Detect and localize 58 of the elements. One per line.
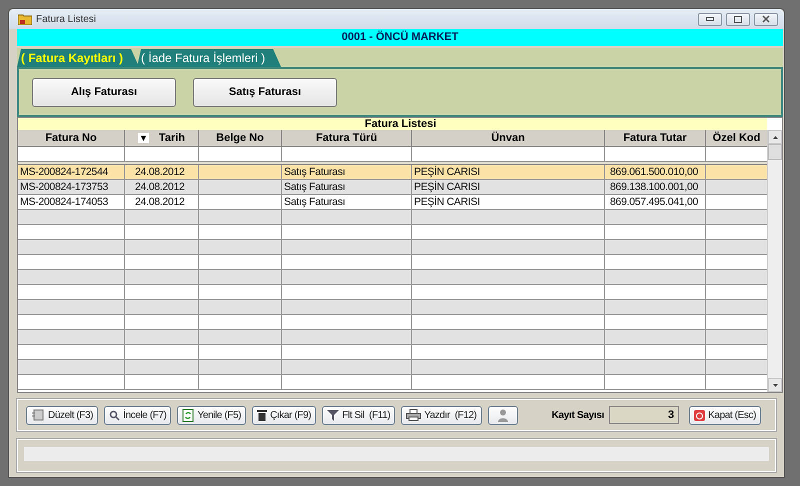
search-icon <box>109 410 120 420</box>
column-label: Özel Kod <box>712 130 760 146</box>
column-header[interactable]: Fatura No <box>18 130 125 147</box>
record-count-label: Kayıt Sayısı <box>552 410 604 420</box>
table-cell: 24.08.2012 <box>125 180 199 195</box>
column-label: Fatura Tutar <box>623 131 687 146</box>
column-label: Tarih <box>158 131 185 146</box>
toolbar-button[interactable]: Yenile (F5) <box>177 406 246 424</box>
tab[interactable]: ( Fatura Kayıtları ) <box>17 49 140 67</box>
refresh-icon <box>182 408 194 422</box>
column-label: Belge No <box>216 131 264 146</box>
invoice-type-button[interactable]: Alış Faturası <box>32 78 176 106</box>
tab[interactable]: ( İade Fatura İşlemleri ) <box>137 49 282 67</box>
window-title: Fatura Listesi <box>36 14 98 24</box>
sort-marker[interactable]: ▼ <box>138 133 149 143</box>
column-header[interactable]: Belge No <box>199 130 282 147</box>
folder-icon <box>18 13 32 25</box>
scroll-thumb[interactable] <box>768 144 782 160</box>
table-cell: Satış Faturası <box>282 180 412 195</box>
invoice-type-button[interactable]: Satış Faturası <box>193 78 337 106</box>
company-banner: 0001 - ÖNCÜ MARKET <box>17 29 783 46</box>
column-header[interactable]: Fatura Türü <box>282 130 412 147</box>
close-window-button[interactable]: Kapat (Esc) <box>689 406 761 424</box>
person-icon <box>498 408 508 422</box>
column-header[interactable]: ▼ Tarih <box>125 130 199 147</box>
table-row[interactable]: MS-200824-172544 24.08.2012 Satış Faturası PEŞİN CARISI 869.061.500.010,00 <box>18 165 768 180</box>
notepad-icon <box>31 409 45 421</box>
column-header[interactable]: Özel Kod <box>706 130 768 147</box>
toolbar-button[interactable]: Flt Sil (F11) <box>322 406 396 424</box>
maximize-button[interactable] <box>726 12 750 26</box>
trash-icon <box>257 409 268 421</box>
column-label: Fatura Türü <box>316 131 378 146</box>
toolbar-button[interactable]: Yazdır (F12) <box>401 406 482 424</box>
toolbar-button[interactable]: Çıkar (F9) <box>252 406 316 424</box>
table-cell: MS-200824-173753 <box>18 180 125 195</box>
toolbar-button[interactable]: Düzelt (F3) <box>26 406 98 424</box>
minimize-button[interactable] <box>698 12 722 26</box>
close-icon <box>762 15 770 23</box>
toolbar-button[interactable]: İncele (F7) <box>104 406 172 424</box>
toolbar-button[interactable] <box>488 406 518 424</box>
column-header[interactable]: Fatura Tutar <box>605 130 706 147</box>
scrollbar[interactable] <box>767 130 782 392</box>
column-header[interactable]: Ünvan <box>412 130 605 147</box>
close-button[interactable] <box>754 12 778 26</box>
table-row[interactable]: MS-200824-173753 24.08.2012 Satış Faturası PEŞİN CARISI 869.138.100.001,00 <box>18 180 768 195</box>
printer-icon <box>406 409 422 421</box>
column-label: Ünvan <box>491 130 525 146</box>
scroll-down-icon[interactable] <box>772 384 778 386</box>
column-label: Fatura No <box>45 131 97 146</box>
maximize-icon <box>734 16 742 22</box>
table-cell: 869.138.100.001,00 <box>605 180 706 195</box>
filter-icon <box>327 410 340 420</box>
power-icon <box>694 410 706 420</box>
table-cell: PEŞİN CARISI <box>412 180 605 195</box>
minimize-icon <box>706 17 714 21</box>
grid-title: Fatura Listesi <box>18 118 768 130</box>
scroll-up-icon[interactable] <box>772 136 778 138</box>
record-count-field[interactable]: 3 <box>609 406 680 424</box>
